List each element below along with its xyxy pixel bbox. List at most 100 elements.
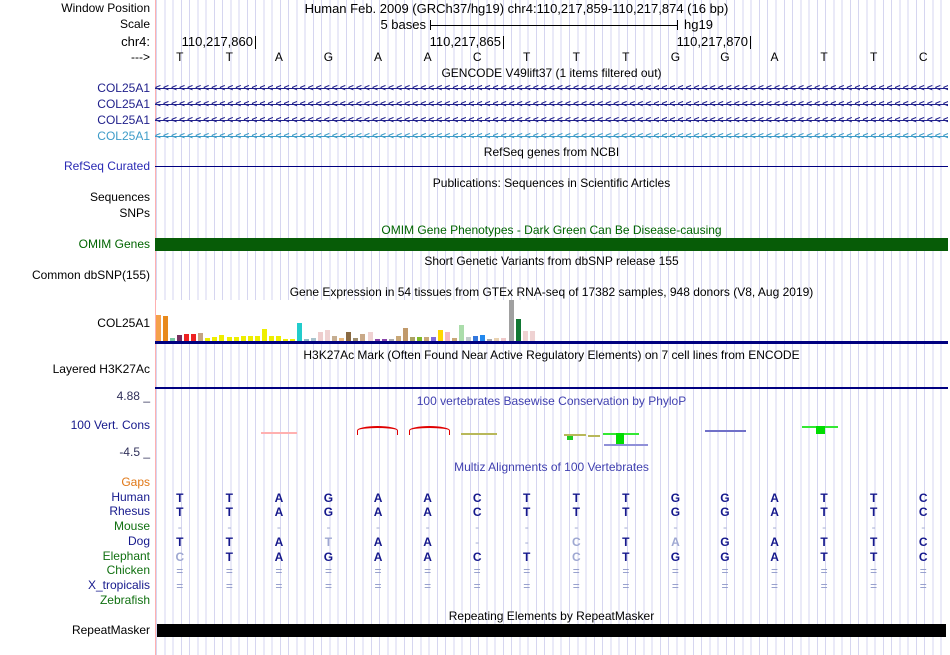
chrom-label: chr4: — [121, 34, 150, 49]
multiz-species-label[interactable]: Rhesus — [0, 505, 150, 518]
gtex-tissue-bar — [198, 333, 204, 341]
multiz-base: = — [374, 564, 382, 579]
multiz-base: - — [524, 534, 529, 549]
multiz-base: A — [770, 490, 779, 505]
multiz-base: A — [373, 505, 383, 520]
dbsnp-label[interactable]: Common dbSNP(155) — [0, 269, 150, 282]
sequence-base: C — [918, 50, 928, 64]
multiz-base: A — [423, 490, 432, 505]
gtex-tissue-bar — [191, 334, 197, 341]
omim-gene-bar[interactable] — [155, 238, 948, 251]
gene-label[interactable]: COL25A1 — [0, 98, 150, 111]
multiz-base: A — [423, 534, 432, 549]
multiz-base: = — [721, 564, 729, 579]
multiz-base: = — [424, 579, 432, 594]
multiz-base: = — [671, 564, 679, 579]
multiz-base: - — [574, 520, 579, 535]
gene-exon-row[interactable]: <<<<<<<<<<<<<<<<<<<<<<<<<<<<<<<<<<<<<<<<… — [155, 114, 948, 127]
omim-genes-label[interactable]: OMIM Genes — [0, 238, 150, 251]
multiz-species-label[interactable]: Mouse — [0, 520, 150, 533]
multiz-base: = — [622, 564, 630, 579]
multiz-base: = — [324, 579, 332, 594]
gene-exon-row[interactable]: <<<<<<<<<<<<<<<<<<<<<<<<<<<<<<<<<<<<<<<<… — [155, 82, 948, 95]
phylop-mark — [816, 426, 825, 434]
ruler-coordinate: 110,217,870 — [676, 34, 748, 49]
phylop-mark — [461, 433, 497, 435]
gene-label[interactable]: COL25A1 — [0, 114, 150, 127]
multiz-base: = — [275, 579, 283, 594]
gtex-bar-chart[interactable] — [155, 300, 948, 341]
sequence-base: A — [274, 50, 283, 64]
multiz-species-label[interactable]: Elephant — [0, 549, 150, 563]
repeatmasker-bar[interactable] — [157, 624, 946, 637]
multiz-base: G — [670, 490, 681, 505]
gtex-tissue-bar — [261, 329, 267, 341]
multiz-base: = — [424, 564, 432, 579]
phylop-mark — [588, 435, 600, 437]
gtex-track-title[interactable]: Gene Expression in 54 tissues from GTEx … — [155, 286, 948, 299]
multiz-species-label[interactable]: Human — [0, 490, 150, 504]
multiz-base: T — [869, 490, 878, 505]
multiz-base: - — [722, 520, 727, 535]
sequence-base: A — [770, 50, 779, 64]
multiz-base: G — [720, 549, 730, 564]
multiz-base: - — [623, 520, 628, 535]
repeatmasker-label[interactable]: RepeatMasker — [0, 624, 150, 637]
h3k27ac-label[interactable]: Layered H3K27Ac — [0, 363, 150, 376]
gene-label[interactable]: COL25A1 — [0, 130, 150, 143]
multiz-base: C — [472, 490, 482, 505]
dbsnp-track-title[interactable]: Short Genetic Variants from dbSNP releas… — [155, 255, 948, 268]
multiz-base: = — [225, 564, 233, 579]
multiz-base: A — [373, 534, 383, 549]
ruler-coordinate: 110,217,860 — [181, 34, 253, 49]
gene-exon-row[interactable]: <<<<<<<<<<<<<<<<<<<<<<<<<<<<<<<<<<<<<<<<… — [155, 130, 948, 143]
multiz-species-label[interactable]: Gaps — [0, 476, 150, 489]
multiz-base: - — [822, 520, 827, 535]
omim-track-title[interactable]: OMIM Gene Phenotypes - Dark Green Can Be… — [155, 224, 948, 237]
ruler-tick — [255, 36, 256, 49]
multiz-base: G — [323, 505, 334, 520]
multiz-species-label[interactable]: Chicken — [0, 564, 150, 577]
multiz-species-label[interactable]: Zebrafish — [0, 593, 150, 607]
gtex-tissue-bar — [163, 316, 169, 341]
multiz-base: T — [176, 490, 184, 505]
phylop-mark — [604, 444, 648, 446]
multiz-species-label[interactable]: Dog — [0, 534, 150, 548]
phylop-label[interactable]: 100 Vert. Cons — [0, 419, 150, 432]
phylop-mark — [616, 433, 624, 444]
multiz-base: = — [820, 564, 828, 579]
multiz-base: C — [472, 549, 482, 564]
sequences-label[interactable]: Sequences — [0, 191, 150, 204]
gtex-tissue-bar — [184, 334, 190, 341]
multiz-base: = — [275, 564, 283, 579]
multiz-base: A — [274, 549, 284, 564]
gtex-tissue-bar — [445, 332, 451, 341]
publications-track-title[interactable]: Publications: Sequences in Scientific Ar… — [155, 177, 948, 190]
multiz-base: = — [572, 579, 580, 594]
gtex-gene-label[interactable]: COL25A1 — [0, 317, 150, 330]
gene-exon-row[interactable]: <<<<<<<<<<<<<<<<<<<<<<<<<<<<<<<<<<<<<<<<… — [155, 98, 948, 111]
refseq-curated-label[interactable]: RefSeq Curated — [0, 160, 150, 173]
gencode-track-title[interactable]: GENCODE V49lift37 (1 items filtered out) — [155, 67, 948, 80]
scale-bar-tick-left — [430, 20, 431, 30]
assembly-label: hg19 — [684, 17, 713, 32]
multiz-base: - — [276, 520, 281, 535]
snps-label[interactable]: SNPs — [0, 207, 150, 220]
refseq-track-title[interactable]: RefSeq genes from NCBI — [155, 146, 948, 159]
multiz-track-title[interactable]: Multiz Alignments of 100 Vertebrates — [155, 461, 948, 474]
sequence-base: T — [572, 50, 580, 64]
gtex-tissue-bar — [360, 334, 366, 341]
h3k27ac-track-title[interactable]: H3K27Ac Mark (Often Found Near Active Re… — [155, 349, 948, 362]
gene-label[interactable]: COL25A1 — [0, 82, 150, 95]
multiz-base: G — [323, 490, 334, 505]
phylop-track-title[interactable]: 100 vertebrates Basewise Conservation by… — [155, 395, 948, 408]
repeatmasker-track-title[interactable]: Repeating Elements by RepeatMasker — [155, 610, 948, 623]
phylop-mark — [261, 432, 297, 434]
multiz-base: T — [622, 505, 630, 520]
multiz-base: A — [423, 505, 432, 520]
refseq-gene-line[interactable] — [155, 166, 948, 167]
ruler-coordinate: 110,217,865 — [429, 34, 501, 49]
multiz-base: T — [523, 505, 531, 520]
multiz-species-label[interactable]: X_tropicalis — [0, 579, 150, 592]
multiz-base: T — [572, 490, 580, 505]
